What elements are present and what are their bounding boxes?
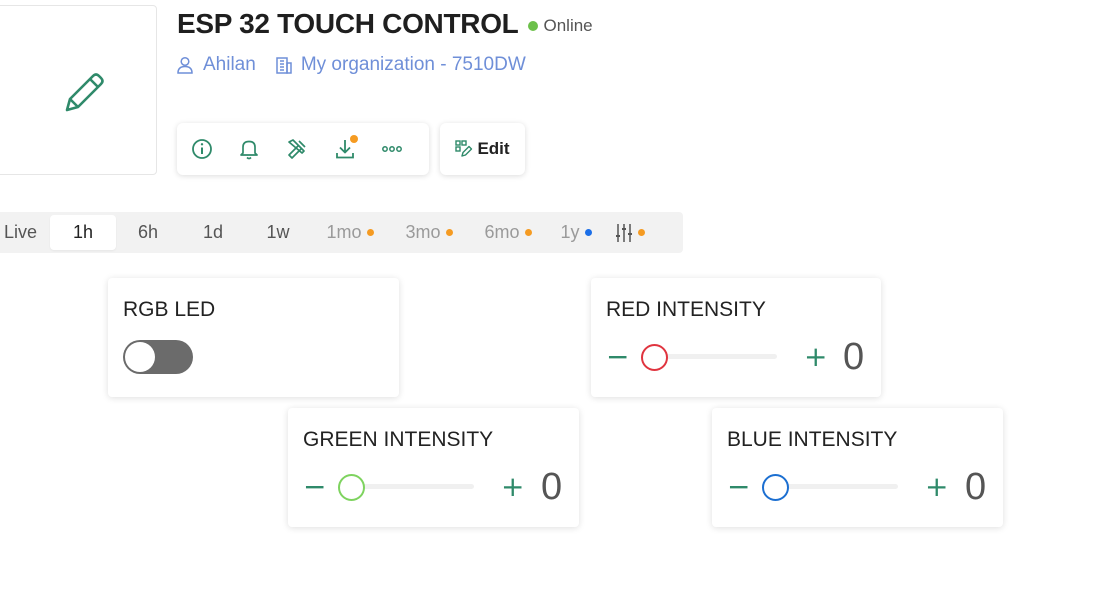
owner-link[interactable]: Ahilan [176, 54, 256, 76]
slider-value: 0 [541, 466, 563, 508]
time-range-1w[interactable]: 1w [246, 215, 310, 250]
time-range-1d[interactable]: 1d [180, 215, 246, 250]
time-range-selector: Live 1h 6h 1d 1w 1mo 3mo 6mo 1y [0, 212, 683, 253]
blue-intensity-widget: BLUE INTENSITY − + 0 [712, 408, 1003, 527]
time-range-label: 1d [202, 222, 224, 242]
tools-icon [288, 139, 306, 159]
download-badge [349, 135, 358, 143]
sliders-icon [616, 223, 632, 242]
edit-label: Edit [477, 139, 510, 158]
widget-title: GREEN INTENSITY [303, 428, 494, 451]
device-dashboard: ESP 32 TOUCH CONTROL Online Ahilan My or… [0, 0, 1093, 607]
time-range-label: 1y [560, 222, 580, 242]
premium-dot [524, 229, 532, 236]
time-range-3mo[interactable]: 3mo [390, 215, 468, 250]
time-range-6mo[interactable]: 6mo [468, 215, 548, 250]
slider-value: 0 [843, 336, 865, 378]
time-range-label: 6h [137, 222, 159, 242]
time-range-live[interactable]: Live [0, 215, 50, 250]
edit-button[interactable]: Edit [440, 123, 525, 175]
premium-dot [638, 229, 645, 236]
owner-name: Ahilan [203, 54, 256, 75]
slider-value: 0 [965, 466, 987, 508]
device-image[interactable] [0, 5, 157, 175]
time-range-label: Live [4, 222, 38, 242]
green-intensity-widget: GREEN INTENSITY − + 0 [288, 408, 579, 527]
organization-link[interactable]: My organization - 7510DW [276, 54, 526, 76]
time-range-label: 1mo [326, 222, 362, 242]
widget-title: RED INTENSITY [606, 298, 766, 321]
slider-handle[interactable] [762, 474, 789, 501]
time-range-1h[interactable]: 1h [50, 215, 116, 250]
status-text: Online [543, 16, 593, 35]
status-indicator: Online [528, 16, 593, 36]
edit-dashboard-icon [455, 140, 473, 157]
widget-title: RGB LED [123, 298, 216, 321]
custom-range-button[interactable] [604, 215, 656, 250]
time-range-6h[interactable]: 6h [116, 215, 180, 250]
decrement-button[interactable]: − [727, 470, 750, 504]
download-button[interactable] [334, 129, 382, 169]
device-toolbar [177, 123, 429, 175]
increment-button[interactable]: + [501, 470, 524, 504]
status-dot [528, 21, 539, 31]
notifications-button[interactable] [239, 129, 287, 169]
time-range-label: 1h [72, 222, 94, 242]
time-range-1y[interactable]: 1y [548, 215, 604, 250]
rgb-led-widget: RGB LED [108, 278, 399, 397]
decrement-button[interactable]: − [606, 340, 629, 374]
time-range-1mo[interactable]: 1mo [310, 215, 390, 250]
device-header: ESP 32 TOUCH CONTROL Online [177, 8, 593, 40]
red-intensity-widget: RED INTENSITY − + 0 [591, 278, 881, 397]
increment-button[interactable]: + [804, 340, 827, 374]
more-button[interactable] [381, 129, 429, 169]
slider-handle[interactable] [338, 474, 365, 501]
organization-name: My organization - 7510DW [300, 54, 526, 75]
decrement-button[interactable]: − [303, 470, 326, 504]
premium-dot [445, 229, 453, 236]
time-range-label: 1w [266, 222, 290, 242]
tools-button[interactable] [286, 129, 334, 169]
building-icon [276, 56, 292, 74]
bell-icon [239, 140, 258, 160]
info-button[interactable] [191, 129, 239, 169]
info-icon [192, 139, 212, 159]
time-range-label: 6mo [484, 222, 520, 242]
premium-dot [366, 229, 374, 236]
device-meta: Ahilan My organization - 7510DW [176, 54, 546, 76]
widget-title: BLUE INTENSITY [727, 428, 898, 451]
user-icon [177, 56, 193, 74]
premium-dot [584, 229, 592, 236]
device-title: ESP 32 TOUCH CONTROL [177, 8, 519, 39]
slider-handle[interactable] [641, 344, 668, 371]
increment-button[interactable]: + [925, 470, 948, 504]
time-range-label: 3mo [405, 222, 441, 242]
pencil-icon [65, 73, 104, 112]
rgb-led-switch[interactable] [123, 340, 193, 374]
switch-knob [125, 342, 155, 372]
more-icon [382, 146, 403, 152]
